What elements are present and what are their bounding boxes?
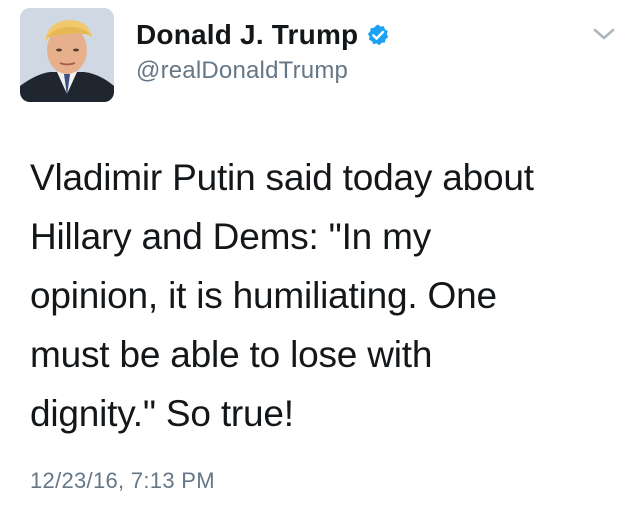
profile-photo-icon <box>20 8 114 102</box>
username[interactable]: @realDonaldTrump <box>136 56 348 86</box>
display-name[interactable]: Donald J. Trump <box>136 18 358 52</box>
chevron-down-icon[interactable] <box>590 24 618 44</box>
tweet-timestamp[interactable]: 12/23/16, 7:13 PM <box>30 466 215 496</box>
verified-badge-icon <box>366 23 390 47</box>
author-name-row[interactable]: Donald J. Trump <box>136 18 390 52</box>
tweet-card: Donald J. Trump @realDonaldTrump Vladimi… <box>0 0 638 512</box>
tweet-text: Vladimir Putin said today about Hillary … <box>30 157 534 434</box>
avatar[interactable] <box>20 8 114 102</box>
